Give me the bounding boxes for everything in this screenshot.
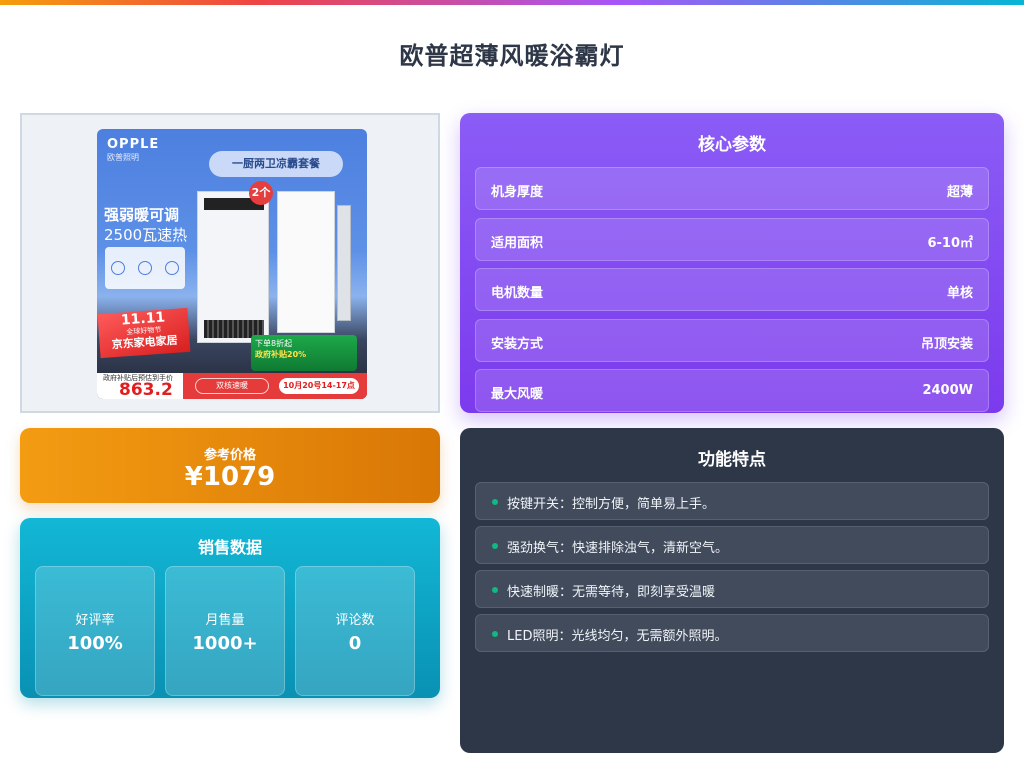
param-label: 机身厚度: [491, 185, 544, 200]
features-title: 功能特点: [698, 450, 766, 470]
brand-logo: OPPLE: [107, 137, 160, 152]
price-card: 参考价格 ¥1079: [20, 428, 440, 503]
promo-pill: 一厨两卫凉霸套餐: [209, 151, 343, 177]
light-panel-image: [277, 191, 335, 333]
gear-icon: [137, 261, 152, 275]
bullet-dot-icon: [492, 587, 498, 593]
stat-monthly-sales: 月售量 1000+: [165, 566, 285, 696]
feature-text: 强劲换气：快速排除浊气，清新空气。: [507, 541, 729, 556]
heat-icon: [111, 261, 126, 275]
stat-label: 好评率: [75, 613, 115, 628]
heater-unit-image: [197, 191, 269, 343]
sale-banner: 11.11 全球好物节 京东家电家居: [97, 307, 191, 359]
price-label: 参考价格: [203, 448, 256, 463]
param-value: 2400W: [922, 383, 973, 398]
param-label: 最大风暖: [491, 387, 544, 402]
promo-quick-heat-tag: 双核速暖: [195, 378, 269, 394]
param-row-thickness: 机身厚度 超薄: [475, 167, 989, 210]
brand-subtitle: 欧普照明: [107, 153, 139, 162]
feature-text: LED照明：光线均匀，无需额外照明。: [507, 629, 728, 644]
features-card: 功能特点 按键开关：控制方便，简单易上手。 强劲换气：快速排除浊气，清新空气。 …: [460, 428, 1004, 753]
core-params-card: 核心参数 机身厚度 超薄 适用面积 6-10㎡ 电机数量 单核 安装方式 吊顶安…: [460, 113, 1004, 413]
stat-label: 月售量: [205, 613, 245, 628]
product-image-card: OPPLE 欧普照明 一厨两卫凉霸套餐 2个 强弱暖可调 2500瓦速热 11.…: [20, 113, 440, 413]
feature-item: LED照明：光线均匀，无需额外照明。: [475, 614, 989, 652]
param-value: 吊顶安装: [920, 337, 973, 352]
param-row-area: 适用面积 6-10㎡: [475, 218, 989, 261]
stat-value: 100%: [67, 633, 123, 654]
param-row-heat: 最大风暖 2400W: [475, 369, 989, 412]
promo-bottom-bar: 政府补贴后预估到手价 863.2 双核速暖 10月20号14-17点: [97, 373, 367, 399]
sales-card: 销售数据 好评率 100% 月售量 1000+ 评论数 0: [20, 518, 440, 698]
shield-icon: [164, 261, 179, 275]
promo-price-value: 863.2: [119, 380, 173, 399]
param-value: 超薄: [946, 185, 973, 200]
bullet-dot-icon: [492, 543, 498, 549]
promo-feature-2: 2500瓦速热: [104, 226, 188, 244]
promo-feature-1: 强弱暖可调: [104, 206, 180, 224]
param-row-motor: 电机数量 单核: [475, 268, 989, 311]
price-value: ¥1079: [184, 462, 276, 492]
param-label: 适用面积: [491, 236, 544, 251]
promo-date-tag: 10月20号14-17点: [279, 378, 359, 394]
stat-rating: 好评率 100%: [35, 566, 155, 696]
feature-text: 快速制暖：无需等待，即刻享受温暖: [507, 585, 716, 600]
quantity-badge: 2个: [249, 181, 273, 205]
feature-item: 快速制暖：无需等待，即刻享受温暖: [475, 570, 989, 608]
promo-icons: [105, 247, 185, 289]
feature-text: 按键开关：控制方便，简单易上手。: [507, 497, 716, 512]
params-title: 核心参数: [698, 135, 766, 155]
param-row-install: 安装方式 吊顶安装: [475, 319, 989, 362]
stat-reviews: 评论数 0: [295, 566, 415, 696]
feature-item: 强劲换气：快速排除浊气，清新空气。: [475, 526, 989, 564]
page-title: 欧普超薄风暖浴霸灯: [399, 42, 625, 70]
param-label: 电机数量: [491, 286, 544, 301]
subsidy-badge: 下单8折起 政府补贴20%: [251, 335, 357, 371]
param-value: 单核: [946, 286, 973, 301]
strip-unit-image: [337, 205, 351, 321]
param-value: 6-10㎡: [927, 236, 973, 251]
stat-label: 评论数: [335, 613, 375, 628]
product-image[interactable]: OPPLE 欧普照明 一厨两卫凉霸套餐 2个 强弱暖可调 2500瓦速热 11.…: [97, 129, 367, 399]
top-gradient-strip: [0, 0, 1024, 5]
stat-value: 0: [348, 633, 362, 654]
bullet-dot-icon: [492, 499, 498, 505]
sales-title: 销售数据: [197, 538, 262, 557]
feature-item: 按键开关：控制方便，简单易上手。: [475, 482, 989, 520]
stat-value: 1000+: [192, 633, 258, 654]
param-label: 安装方式: [491, 337, 544, 352]
bullet-dot-icon: [492, 631, 498, 637]
